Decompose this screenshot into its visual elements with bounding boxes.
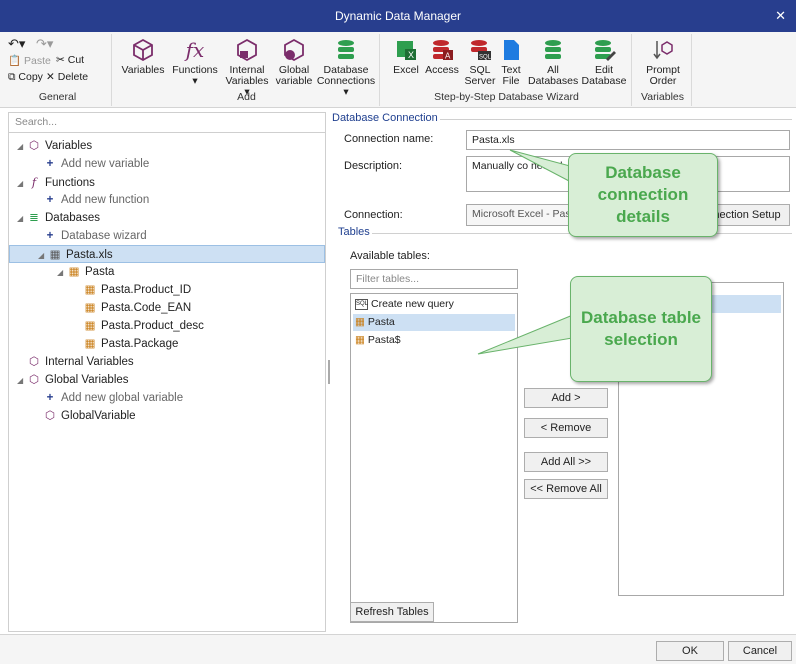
- cancel-button[interactable]: Cancel: [728, 641, 792, 661]
- callout-table-selection: Database table selection: [570, 276, 712, 382]
- dialog-footer: OK Cancel: [0, 634, 796, 664]
- callout-connection-details: Database connection details: [568, 153, 718, 237]
- ok-button[interactable]: OK: [656, 641, 724, 661]
